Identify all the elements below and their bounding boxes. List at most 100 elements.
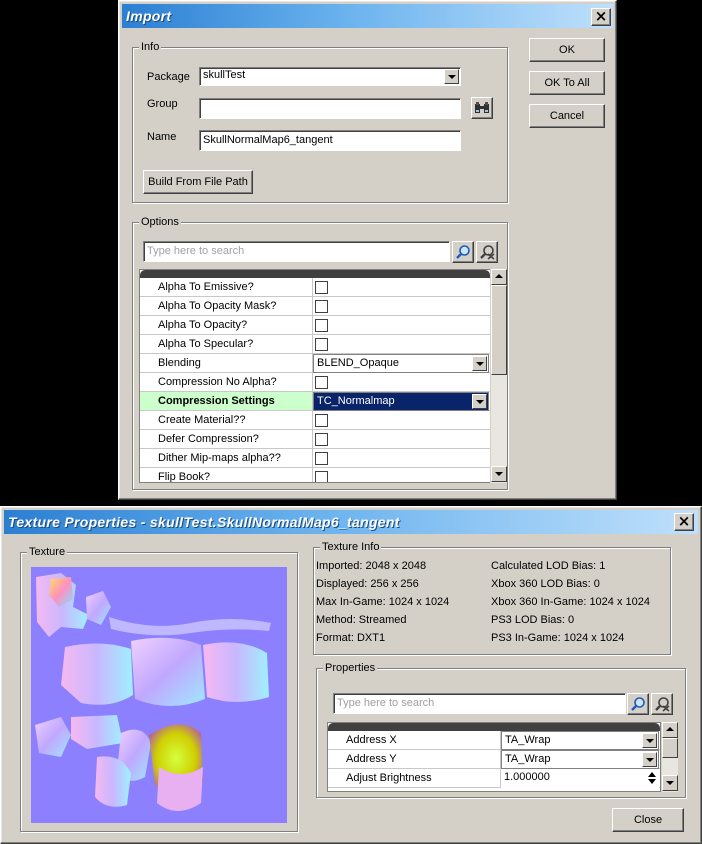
- option-checkbox[interactable]: [315, 338, 328, 351]
- binoculars-icon: [475, 102, 489, 113]
- option-checkbox[interactable]: [315, 281, 328, 294]
- option-column-separator: [312, 297, 313, 315]
- option-checkbox[interactable]: [315, 376, 328, 389]
- info-ps3-in-game: PS3 In-Game: 1024 x 1024: [491, 632, 625, 644]
- close-button[interactable]: Close: [612, 808, 684, 832]
- option-checkbox[interactable]: [315, 300, 328, 313]
- build-from-file-path-button[interactable]: Build From File Path: [143, 170, 253, 194]
- option-row[interactable]: Flip Book?: [140, 468, 490, 483]
- option-value-combo[interactable]: BLEND_Opaque: [313, 354, 489, 373]
- option-column-separator: [312, 468, 313, 482]
- properties-clear-search-button[interactable]: [651, 693, 673, 715]
- properties-search-input[interactable]: Type here to search: [333, 693, 626, 714]
- option-row[interactable]: Alpha To Specular?: [140, 335, 490, 354]
- option-checkbox[interactable]: [315, 319, 328, 332]
- texture-title-bar[interactable]: Texture Properties - skullTest.SkullNorm…: [4, 510, 698, 534]
- property-value-combo[interactable]: TA_Wrap: [501, 750, 659, 769]
- property-row[interactable]: Adjust Brightness 1.000000: [328, 769, 660, 788]
- option-checkbox[interactable]: [315, 471, 328, 482]
- property-name: Address Y: [346, 753, 397, 765]
- info-group-label: Info: [139, 41, 162, 54]
- option-row[interactable]: Blending BLEND_Opaque: [140, 354, 490, 373]
- info-max-in-game: Max In-Game: 1024 x 1024: [316, 596, 450, 608]
- import-title: Import: [126, 8, 172, 24]
- properties-scroll-down[interactable]: [662, 775, 678, 791]
- option-column-separator: [312, 430, 313, 448]
- info-group: Info Package skullTest Group Name SkullN…: [132, 41, 508, 203]
- option-dropdown-arrow[interactable]: [472, 356, 487, 371]
- option-column-separator: [312, 278, 313, 296]
- option-column-separator: [312, 335, 313, 353]
- package-value: skullTest: [203, 69, 246, 81]
- option-name: Defer Compression?: [158, 433, 259, 445]
- option-value-combo[interactable]: TC_Normalmap: [313, 392, 489, 411]
- options-scrollbar[interactable]: [490, 269, 507, 483]
- properties-scroll-thumb[interactable]: [662, 738, 678, 758]
- info-method: Method: Streamed: [316, 614, 407, 626]
- package-label: Package: [147, 71, 190, 83]
- options-scroll-up[interactable]: [491, 269, 507, 285]
- property-row[interactable]: Address Y TA_Wrap: [328, 750, 660, 769]
- import-title-bar[interactable]: Import: [122, 4, 613, 28]
- option-name: Compression No Alpha?: [158, 376, 277, 388]
- options-clear-search-button[interactable]: [476, 241, 498, 263]
- search-clear-icon: [655, 697, 670, 712]
- property-value-spinner[interactable]: 1.000000: [501, 769, 659, 788]
- spin-arrows-icon[interactable]: [647, 771, 657, 785]
- properties-scrollbar[interactable]: [661, 722, 678, 792]
- search-icon: [631, 697, 645, 711]
- option-checkbox[interactable]: [315, 433, 328, 446]
- option-name: Alpha To Specular?: [158, 338, 254, 350]
- properties-group: Properties Type here to search Address X…: [316, 662, 686, 798]
- option-row[interactable]: Alpha To Emissive?: [140, 278, 490, 297]
- option-dropdown-arrow[interactable]: [472, 394, 487, 409]
- ok-button[interactable]: OK: [529, 38, 605, 62]
- cancel-button[interactable]: Cancel: [529, 104, 605, 128]
- option-row[interactable]: Defer Compression?: [140, 430, 490, 449]
- option-name: Compression Settings: [158, 395, 275, 407]
- option-row[interactable]: Create Material??: [140, 411, 490, 430]
- group-label: Group: [147, 98, 178, 110]
- package-combo[interactable]: skullTest: [199, 67, 461, 86]
- options-scroll-down[interactable]: [491, 466, 507, 482]
- name-input[interactable]: SkullNormalMap6_tangent: [199, 130, 461, 151]
- texture-close-x-button[interactable]: ×: [674, 513, 694, 531]
- option-row[interactable]: Compression No Alpha?: [140, 373, 490, 392]
- option-checkbox[interactable]: [315, 452, 328, 465]
- ok-to-all-button[interactable]: OK To All: [529, 71, 605, 95]
- options-search-button[interactable]: [452, 241, 474, 263]
- info-displayed: Displayed: 256 x 256: [316, 578, 419, 590]
- property-row[interactable]: Address X TA_Wrap: [328, 731, 660, 750]
- property-value-combo[interactable]: TA_Wrap: [501, 731, 659, 750]
- property-dropdown-arrow[interactable]: [642, 752, 657, 767]
- option-column-separator: [312, 316, 313, 334]
- option-row[interactable]: Compression Settings TC_Normalmap: [140, 392, 490, 411]
- option-row[interactable]: Alpha To Opacity?: [140, 316, 490, 335]
- search-clear-icon: [480, 245, 495, 260]
- property-dropdown-arrow[interactable]: [642, 733, 657, 748]
- info-format: Format: DXT1: [316, 632, 386, 644]
- option-name: Blending: [158, 357, 201, 369]
- option-row[interactable]: Dither Mip-maps alpha??: [140, 449, 490, 468]
- properties-search-button[interactable]: [627, 693, 649, 715]
- properties-scroll-up[interactable]: [662, 722, 678, 738]
- texture-properties-dialog: Texture Properties - skullTest.SkullNorm…: [0, 506, 702, 844]
- options-search-input[interactable]: Type here to search: [143, 241, 450, 262]
- package-dropdown-arrow[interactable]: [444, 69, 459, 84]
- options-group: Options Type here to search Alpha To Emi…: [132, 216, 508, 490]
- import-close-button[interactable]: ×: [591, 8, 611, 26]
- options-grid-header: [140, 270, 490, 278]
- texture-group-label: Texture: [27, 546, 68, 559]
- option-name: Flip Book?: [158, 471, 210, 483]
- texture-title: Texture Properties - skullTest.SkullNorm…: [8, 514, 400, 530]
- options-scroll-thumb[interactable]: [491, 285, 507, 375]
- texture-info-group: Texture Info Imported: 2048 x 2048 Displ…: [313, 541, 671, 655]
- option-column-separator: [312, 411, 313, 429]
- browse-binoculars-button[interactable]: [471, 97, 493, 119]
- option-name: Dither Mip-maps alpha??: [158, 452, 281, 464]
- option-row[interactable]: Alpha To Opacity Mask?: [140, 297, 490, 316]
- option-name: Create Material??: [158, 414, 246, 426]
- group-input[interactable]: [199, 98, 461, 119]
- search-icon: [456, 245, 470, 259]
- option-checkbox[interactable]: [315, 414, 328, 427]
